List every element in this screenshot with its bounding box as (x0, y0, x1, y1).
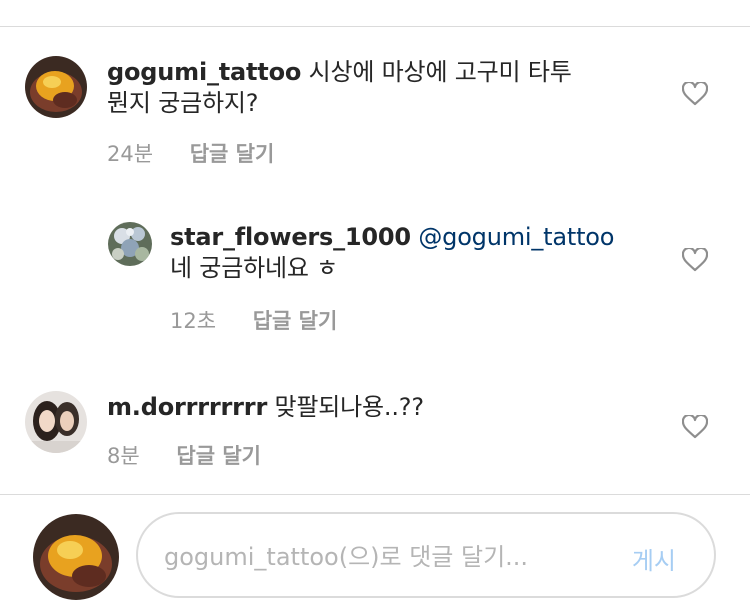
comment-body: 맞팔되나용..?? (274, 393, 425, 421)
reply-button[interactable]: 답글 달기 (190, 138, 275, 168)
comment-body-line2: 뭔지 궁금하지? (107, 89, 259, 117)
composer-avatar (33, 514, 119, 600)
comment-username[interactable]: gogumi_tattoo (107, 58, 301, 86)
avatar[interactable] (25, 391, 87, 453)
top-divider (0, 26, 750, 27)
comment-text: gogumi_tattoo 시상에 마상에 고구미 타투 뭔지 궁금하지? (107, 57, 647, 119)
comment-composer: 게시 (136, 512, 716, 598)
comment-input[interactable] (162, 538, 606, 576)
composer-divider (0, 494, 750, 495)
comment-time: 8분 (107, 444, 140, 468)
comment-meta: 12초 답글 달기 (170, 305, 337, 335)
comment-meta: 8분 답글 달기 (107, 440, 261, 470)
like-heart-icon[interactable] (682, 248, 708, 272)
like-heart-icon[interactable] (682, 415, 708, 439)
avatar[interactable] (108, 222, 152, 266)
mention-link[interactable]: @gogumi_tattoo (418, 223, 614, 251)
comment-body: 네 궁금하네요 ㅎ (170, 254, 339, 282)
comment-text: m.dorrrrrrrr 맞팔되나용..?? (107, 392, 647, 423)
avatar[interactable] (25, 56, 87, 118)
comment-body: 시상에 마상에 고구미 타투 (308, 58, 572, 86)
reply-text: star_flowers_1000 @gogumi_tattoo 네 궁금하네요… (170, 222, 670, 284)
reply-button[interactable]: 답글 달기 (253, 305, 338, 335)
comment-time: 24분 (107, 142, 154, 166)
comment-username[interactable]: m.dorrrrrrrr (107, 393, 267, 421)
comment-username[interactable]: star_flowers_1000 (170, 223, 411, 251)
reply-button[interactable]: 답글 달기 (176, 440, 261, 470)
post-button[interactable]: 게시 (632, 541, 676, 576)
comment-meta: 24분 답글 달기 (107, 138, 274, 168)
like-heart-icon[interactable] (682, 82, 708, 106)
comment-time: 12초 (170, 309, 217, 333)
